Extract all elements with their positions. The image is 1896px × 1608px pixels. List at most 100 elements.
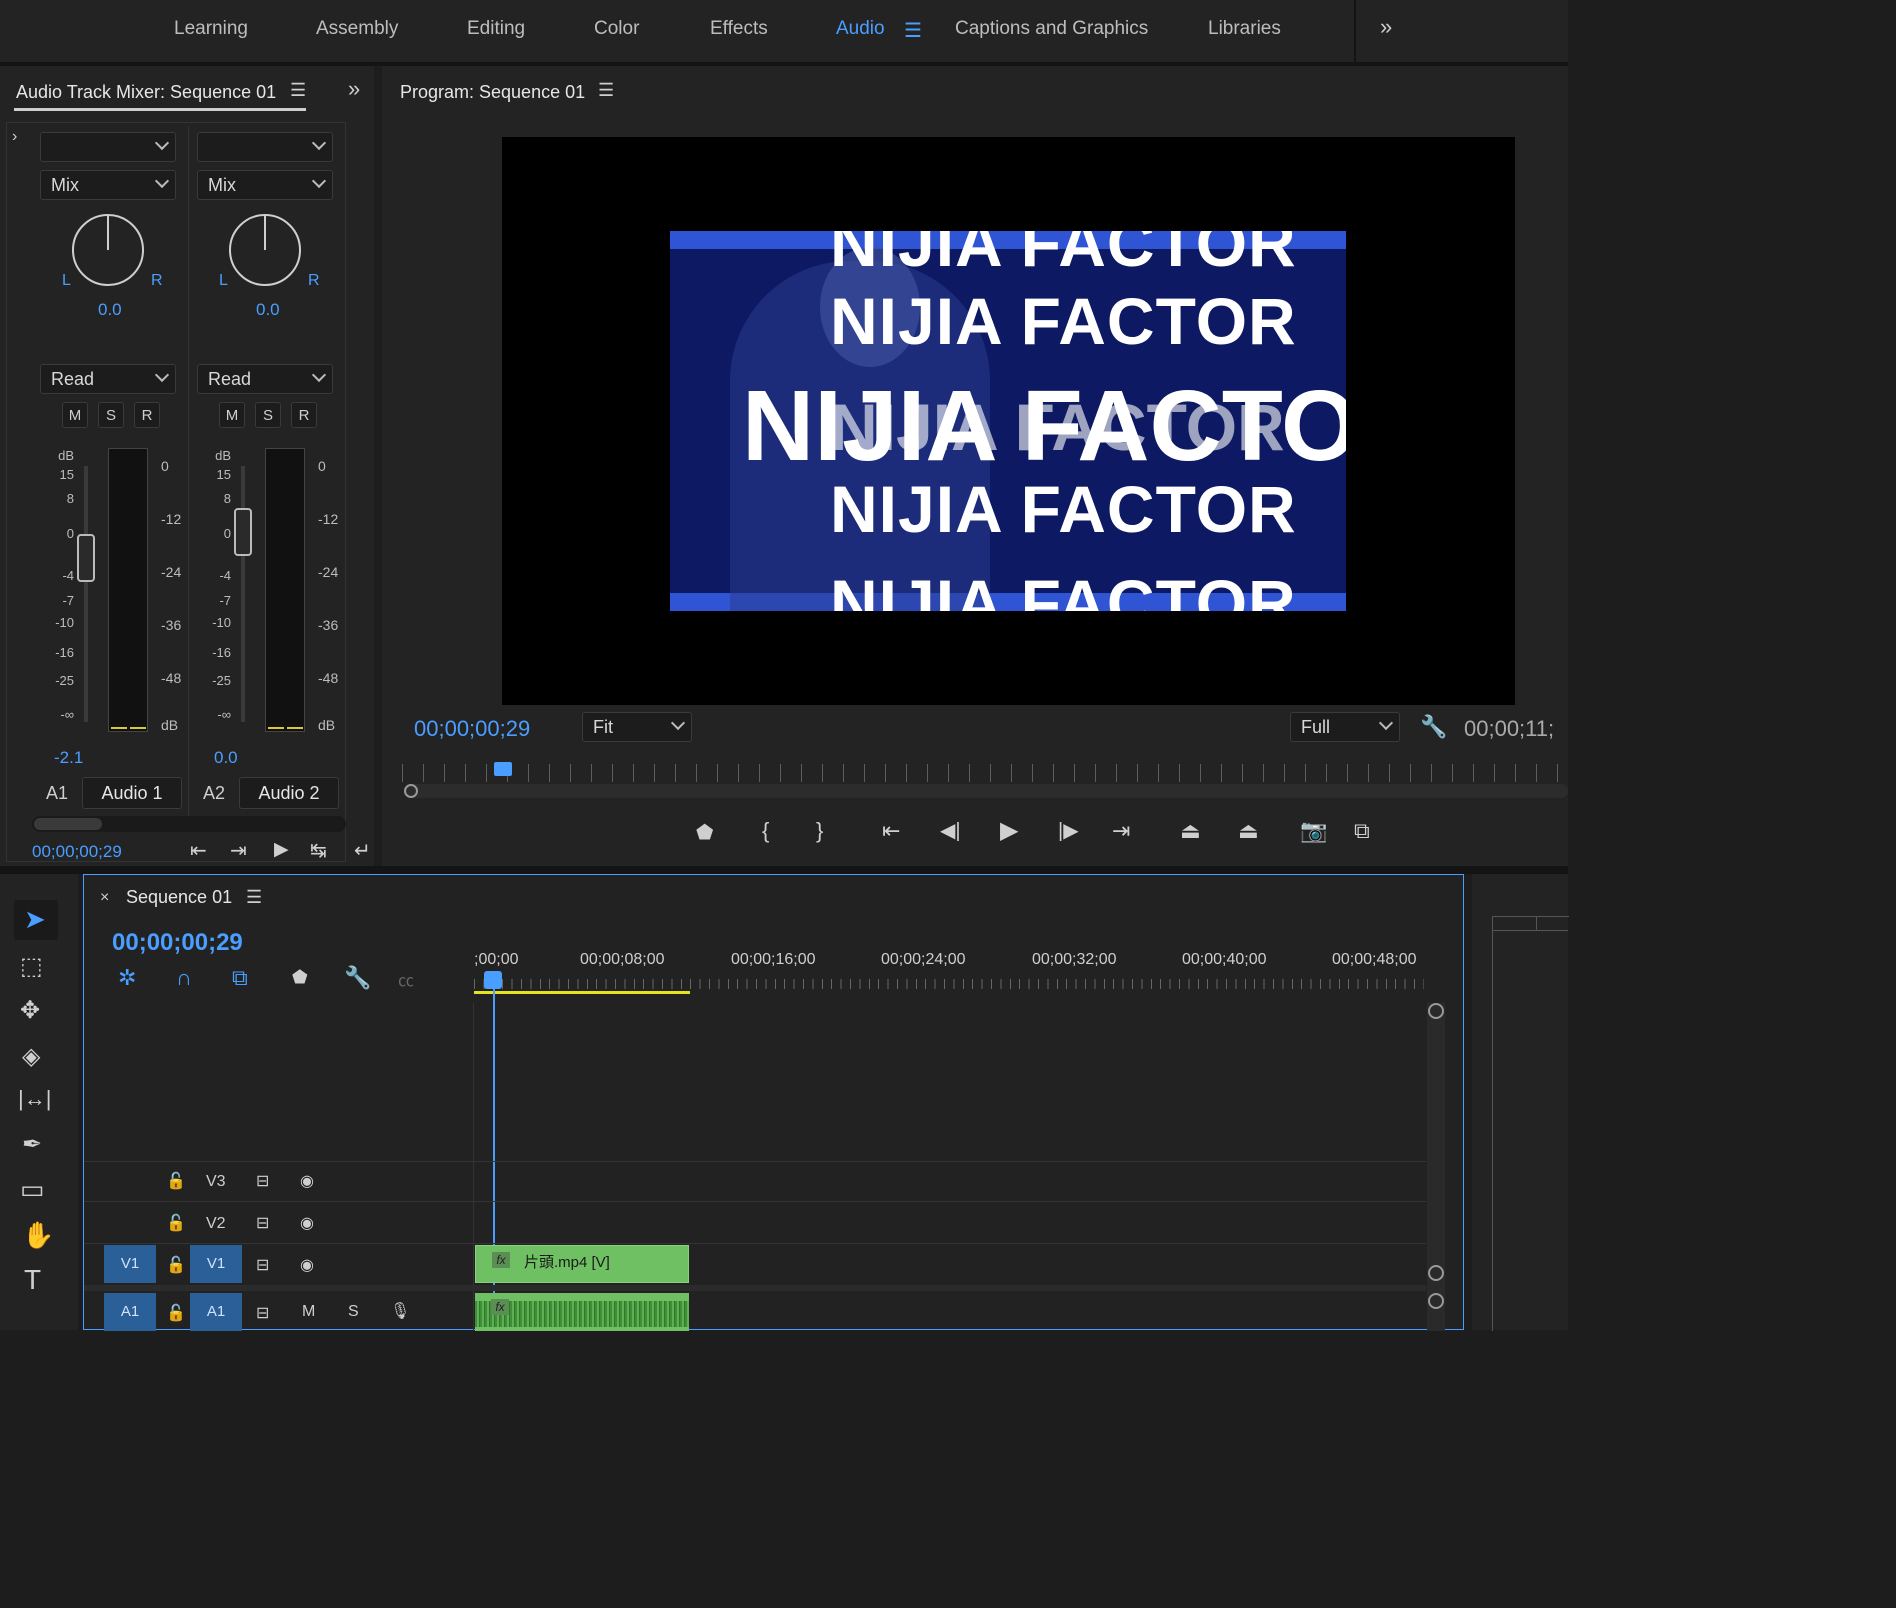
sync-lock-icon[interactable]: ⊟ — [256, 1303, 269, 1323]
zoom-scrollbar[interactable] — [404, 784, 1568, 798]
source-patch-v1[interactable]: V1 — [104, 1245, 156, 1283]
track-target-v1[interactable]: V1 — [190, 1245, 242, 1283]
go-to-in-icon[interactable]: ⇤ — [882, 818, 900, 844]
program-tab-title[interactable]: Program: Sequence 01 — [400, 82, 585, 103]
play-in-to-out-icon[interactable]: ↹ — [310, 838, 327, 863]
volume-value[interactable]: -2.1 — [54, 748, 83, 768]
rectangle-tool-icon[interactable]: ▭ — [20, 1174, 45, 1205]
close-icon[interactable]: × — [100, 889, 109, 907]
play-icon[interactable]: ▶ — [1000, 816, 1018, 845]
extract-icon[interactable]: ⏏ — [1238, 818, 1259, 844]
go-to-out-icon[interactable]: ⇥ — [1112, 818, 1130, 844]
mixer-timecode[interactable]: 00;00;00;29 — [32, 842, 122, 862]
work-area-bar[interactable] — [474, 991, 690, 994]
panel-menu-icon[interactable]: ☰ — [290, 80, 306, 101]
workspace-editing[interactable]: Editing — [467, 18, 525, 40]
nest-sequence-icon[interactable]: ✲ — [118, 965, 136, 991]
record-button[interactable]: R — [134, 402, 160, 428]
hand-tool-icon[interactable]: ✋ — [22, 1220, 54, 1251]
video-frame[interactable]: NIJIA FACTOR NIJIA FACTOR NIJIA FACTOR N… — [502, 137, 1515, 705]
workspace-assembly[interactable]: Assembly — [316, 18, 398, 40]
wrench-icon[interactable]: 🔧 — [1420, 714, 1447, 740]
wrench-icon[interactable]: 🔧 — [344, 965, 371, 991]
double-chevron-right-icon[interactable]: » — [348, 76, 360, 102]
source-patch-a1[interactable]: A1 — [104, 1293, 156, 1331]
playback-resolution-dropdown[interactable]: Full — [1290, 712, 1400, 742]
workspace-learning[interactable]: Learning — [174, 18, 248, 40]
time-ruler[interactable]: ;00;00 00;00;08;00 00;00;16;00 00;00;24;… — [474, 945, 1424, 994]
send-dropdown[interactable]: Mix — [40, 170, 176, 200]
scroll-handle[interactable] — [1428, 1003, 1444, 1019]
record-button[interactable]: R — [291, 402, 317, 428]
zoom-level-dropdown[interactable]: Fit — [582, 712, 692, 742]
eye-icon[interactable]: ◉ — [300, 1255, 314, 1275]
go-to-out-icon[interactable]: ⇥ — [230, 838, 247, 863]
linked-selection-icon[interactable]: ⧉ — [232, 965, 248, 991]
sync-lock-icon[interactable]: ⊟ — [256, 1255, 269, 1275]
solo-track-button[interactable]: S — [348, 1303, 359, 1321]
compare-view-icon[interactable]: ⧉ — [1354, 818, 1370, 844]
slip-tool-icon[interactable]: |↔| — [18, 1086, 51, 1112]
selection-tool-icon[interactable]: ➤ — [24, 904, 46, 935]
lock-icon[interactable]: 🔓 — [166, 1171, 186, 1191]
ripple-edit-tool-icon[interactable]: ✥ — [20, 996, 40, 1025]
automation-mode-dropdown[interactable]: Read — [197, 364, 333, 394]
playhead-marker[interactable] — [494, 762, 512, 776]
volume-fader[interactable] — [77, 534, 95, 582]
pen-tool-icon[interactable]: ✒ — [22, 1130, 42, 1159]
program-timecode[interactable]: 00;00;00;29 — [414, 716, 530, 742]
horizontal-scrollbar[interactable] — [32, 816, 346, 832]
video-clip[interactable]: fx 片頭.mp4 [V] — [475, 1245, 689, 1283]
effect-dropdown[interactable] — [197, 132, 333, 162]
workspace-audio[interactable]: Audio — [836, 18, 885, 40]
pan-knob[interactable] — [72, 214, 144, 286]
captions-icon[interactable]: ㏄ — [398, 967, 414, 991]
pan-value[interactable]: 0.0 — [256, 300, 280, 320]
lock-icon[interactable]: 🔓 — [166, 1303, 186, 1323]
mark-in-icon[interactable]: { — [762, 818, 769, 844]
track-target-a1[interactable]: A1 — [190, 1293, 242, 1331]
scroll-handle[interactable] — [1428, 1265, 1444, 1281]
export-frame-camera-icon[interactable]: 📷 — [1300, 818, 1327, 844]
lock-icon[interactable]: 🔓 — [166, 1255, 186, 1275]
mixer-tab-title[interactable]: Audio Track Mixer: Sequence 01 — [16, 82, 276, 103]
track-name[interactable]: Audio 1 — [82, 777, 182, 809]
add-marker-icon[interactable]: ⬟ — [696, 820, 713, 845]
panel-menu-icon[interactable]: ☰ — [598, 80, 614, 101]
pan-knob[interactable] — [229, 214, 301, 286]
sync-lock-icon[interactable]: ⊟ — [256, 1171, 269, 1191]
mute-track-button[interactable]: M — [302, 1303, 315, 1321]
volume-value[interactable]: 0.0 — [214, 748, 238, 768]
workspace-effects[interactable]: Effects — [710, 18, 768, 40]
sync-lock-icon[interactable]: ⊟ — [256, 1213, 269, 1233]
solo-button[interactable]: S — [98, 402, 124, 428]
mute-button[interactable]: M — [219, 402, 245, 428]
solo-button[interactable]: S — [255, 402, 281, 428]
scroll-handle[interactable] — [404, 784, 418, 798]
scroll-handle[interactable] — [1428, 1293, 1444, 1309]
snap-magnet-icon[interactable]: ∩ — [176, 965, 192, 991]
add-marker-icon[interactable]: ⬟ — [292, 967, 308, 988]
mark-out-icon[interactable]: } — [816, 818, 823, 844]
loop-icon[interactable]: ↵ — [354, 838, 371, 863]
microphone-icon[interactable]: 🎙 — [390, 1301, 410, 1321]
workspace-captions[interactable]: Captions and Graphics — [955, 18, 1148, 40]
eye-icon[interactable]: ◉ — [300, 1171, 314, 1191]
audio-clip[interactable]: fx — [475, 1293, 689, 1331]
eye-icon[interactable]: ◉ — [300, 1213, 314, 1233]
effect-dropdown[interactable] — [40, 132, 176, 162]
timeline-timecode[interactable]: 00;00;00;29 — [112, 929, 243, 957]
track-name[interactable]: Audio 2 — [239, 777, 339, 809]
go-to-in-icon[interactable]: ⇤ — [190, 838, 207, 863]
workspace-color[interactable]: Color — [594, 18, 639, 40]
send-dropdown[interactable]: Mix — [197, 170, 333, 200]
step-back-icon[interactable]: ◀| — [940, 818, 961, 843]
razor-tool-icon[interactable]: ◈ — [22, 1042, 40, 1071]
type-tool-icon[interactable]: T — [24, 1264, 41, 1296]
mute-button[interactable]: M — [62, 402, 88, 428]
timeline-tab-title[interactable]: Sequence 01 — [126, 887, 232, 908]
track-select-tool-icon[interactable]: ⬚ — [20, 952, 43, 981]
volume-fader[interactable] — [234, 508, 252, 556]
expand-chevron-icon[interactable]: › — [12, 128, 17, 146]
pan-value[interactable]: 0.0 — [98, 300, 122, 320]
